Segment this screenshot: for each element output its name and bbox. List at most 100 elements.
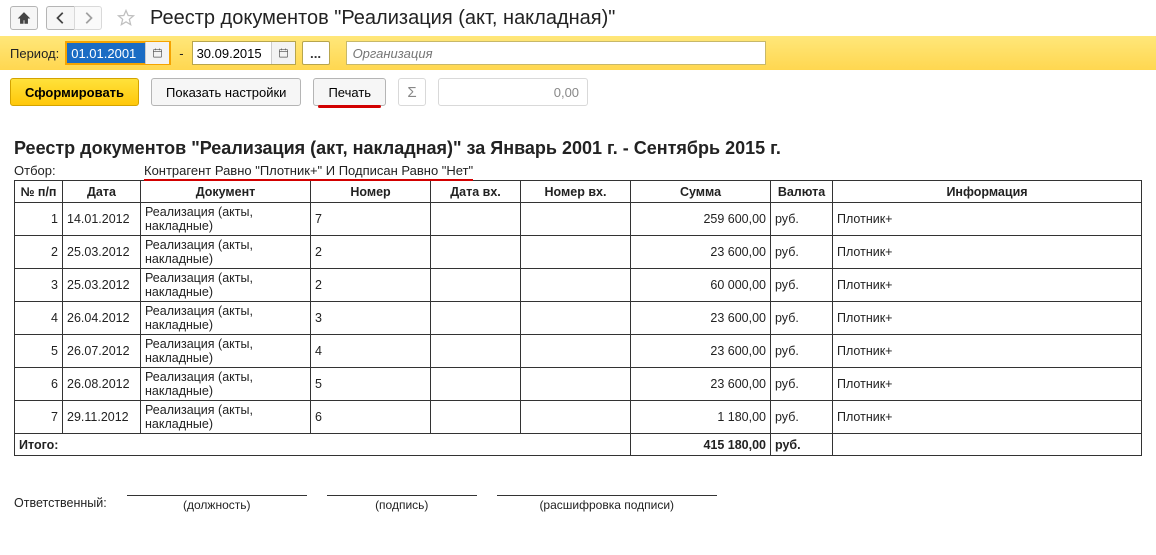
cell-nin [521, 203, 631, 236]
date-from-box [65, 41, 171, 65]
cell-sum: 23 600,00 [631, 335, 771, 368]
page-title: Реестр документов "Реализация (акт, накл… [150, 7, 615, 30]
total-info [833, 434, 1142, 456]
cell-num: 5 [15, 335, 63, 368]
table-row[interactable]: 325.03.2012Реализация (акты, накладные)2… [15, 269, 1142, 302]
cell-sum: 23 600,00 [631, 236, 771, 269]
cell-cur: руб. [771, 368, 833, 401]
cell-date: 25.03.2012 [63, 269, 141, 302]
date-to-calendar-button[interactable] [271, 42, 295, 64]
favorite-star-icon[interactable] [114, 6, 138, 30]
form-button[interactable]: Сформировать [10, 78, 139, 106]
organization-input[interactable] [346, 41, 766, 65]
cell-nin [521, 269, 631, 302]
show-settings-button[interactable]: Показать настройки [151, 78, 301, 106]
signature-line-decipher [497, 480, 717, 496]
table-row[interactable]: 114.01.2012Реализация (акты, накладные)7… [15, 203, 1142, 236]
cell-din [431, 236, 521, 269]
cell-no: 2 [311, 269, 431, 302]
cell-num: 6 [15, 368, 63, 401]
signature-line-sign [327, 480, 477, 496]
col-sum: Сумма [631, 181, 771, 203]
date-to-box [192, 41, 296, 65]
cell-num: 7 [15, 401, 63, 434]
cell-din [431, 368, 521, 401]
home-button[interactable] [10, 6, 38, 30]
cell-doc: Реализация (акты, накладные) [141, 335, 311, 368]
cell-doc: Реализация (акты, накладные) [141, 302, 311, 335]
sum-display: 0,00 [438, 78, 588, 106]
signature-caption-position: (должность) [183, 498, 250, 512]
print-button[interactable]: Печать [313, 78, 386, 106]
cell-no: 7 [311, 203, 431, 236]
cell-info: Плотник+ [833, 368, 1142, 401]
cell-info: Плотник+ [833, 302, 1142, 335]
cell-doc: Реализация (акты, накладные) [141, 203, 311, 236]
cell-num: 4 [15, 302, 63, 335]
signature-row: Ответственный: (должность) (подпись) (ра… [14, 480, 1142, 512]
forward-button[interactable] [74, 6, 102, 30]
cell-nin [521, 302, 631, 335]
nav-row: Реестр документов "Реализация (акт, накл… [0, 0, 1156, 36]
cell-din [431, 203, 521, 236]
col-num-in: Номер вх. [521, 181, 631, 203]
cell-din [431, 269, 521, 302]
back-button[interactable] [46, 6, 74, 30]
cell-date: 14.01.2012 [63, 203, 141, 236]
table-row[interactable]: 626.08.2012Реализация (акты, накладные)5… [15, 368, 1142, 401]
signature-slot-position: (должность) [127, 480, 307, 512]
cell-din [431, 335, 521, 368]
signature-caption-sign: (подпись) [375, 498, 428, 512]
cell-date: 26.04.2012 [63, 302, 141, 335]
date-from-input[interactable] [67, 43, 145, 63]
cell-info: Плотник+ [833, 203, 1142, 236]
table-row[interactable]: 526.07.2012Реализация (акты, накладные)4… [15, 335, 1142, 368]
cell-doc: Реализация (акты, накладные) [141, 401, 311, 434]
print-underline-annotation [318, 105, 381, 108]
cell-num: 3 [15, 269, 63, 302]
table-row[interactable]: 426.04.2012Реализация (акты, накладные)3… [15, 302, 1142, 335]
sigma-icon: Σ [398, 78, 426, 106]
signature-slot-decipher: (расшифровка подписи) [497, 480, 717, 512]
cell-num: 2 [15, 236, 63, 269]
cell-no: 3 [311, 302, 431, 335]
report-area: Реестр документов "Реализация (акт, накл… [0, 114, 1156, 532]
cell-no: 2 [311, 236, 431, 269]
cell-sum: 60 000,00 [631, 269, 771, 302]
col-info: Информация [833, 181, 1142, 203]
date-from-calendar-button[interactable] [145, 42, 169, 64]
cell-sum: 259 600,00 [631, 203, 771, 236]
total-row: Итого: 415 180,00 руб. [15, 434, 1142, 456]
cell-doc: Реализация (акты, накладные) [141, 236, 311, 269]
cell-nin [521, 236, 631, 269]
period-select-button[interactable]: ... [302, 41, 330, 65]
signature-caption-decipher: (расшифровка подписи) [539, 498, 674, 512]
cell-no: 4 [311, 335, 431, 368]
total-cur: руб. [771, 434, 833, 456]
cell-cur: руб. [771, 302, 833, 335]
cell-din [431, 302, 521, 335]
data-table: № п/п Дата Документ Номер Дата вх. Номер… [14, 180, 1142, 456]
table-row[interactable]: 729.11.2012Реализация (акты, накладные)6… [15, 401, 1142, 434]
cell-nin [521, 368, 631, 401]
cell-date: 26.07.2012 [63, 335, 141, 368]
print-button-label: Печать [328, 85, 371, 100]
cell-info: Плотник+ [833, 401, 1142, 434]
col-num: № п/п [15, 181, 63, 203]
cell-cur: руб. [771, 335, 833, 368]
cell-date: 25.03.2012 [63, 236, 141, 269]
col-date: Дата [63, 181, 141, 203]
cell-date: 26.08.2012 [63, 368, 141, 401]
cell-sum: 1 180,00 [631, 401, 771, 434]
date-to-input[interactable] [193, 42, 271, 64]
cell-doc: Реализация (акты, накладные) [141, 368, 311, 401]
cell-date: 29.11.2012 [63, 401, 141, 434]
table-row[interactable]: 225.03.2012Реализация (акты, накладные)2… [15, 236, 1142, 269]
cell-cur: руб. [771, 269, 833, 302]
signature-label: Ответственный: [14, 496, 107, 512]
cell-doc: Реализация (акты, накладные) [141, 269, 311, 302]
organization-field [346, 41, 766, 65]
total-label: Итого: [15, 434, 631, 456]
cell-cur: руб. [771, 236, 833, 269]
cell-sum: 23 600,00 [631, 302, 771, 335]
